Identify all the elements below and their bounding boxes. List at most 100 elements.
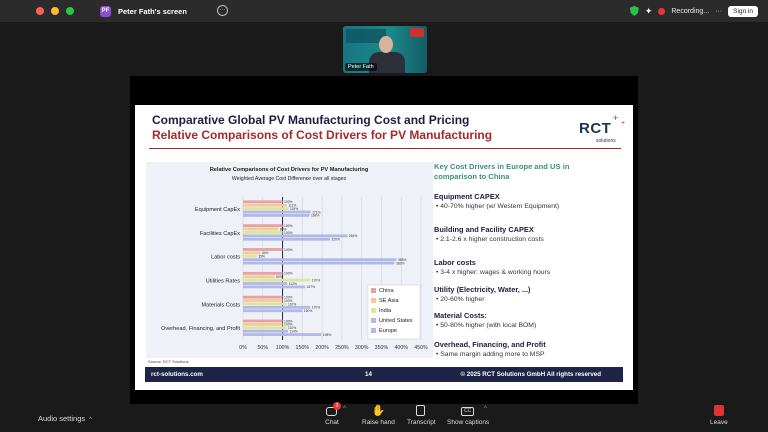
- legend-label: Europe: [379, 328, 397, 334]
- participant-head: [379, 36, 393, 53]
- bar: [243, 322, 283, 326]
- cost-drivers-chart: Relative Comparisons of Cost Drivers for…: [146, 162, 433, 358]
- bar-data-label: 157%: [307, 285, 316, 289]
- bar: [243, 305, 311, 309]
- legend-label: China: [379, 288, 395, 294]
- ai-companion-icon[interactable]: ✦: [645, 6, 653, 17]
- participant-video[interactable]: Peter Fath: [343, 26, 427, 73]
- legend-label: SE Asia: [379, 298, 399, 304]
- audio-settings-button[interactable]: Audio settings ^: [38, 414, 92, 423]
- key-driver-heading: Overhead, Financing, and Profit: [434, 340, 546, 349]
- bar: [243, 210, 311, 214]
- chevron-up-icon[interactable]: ^: [89, 417, 92, 423]
- x-tick-label: 450%: [414, 345, 428, 351]
- key-driver-bullet: • 40-70% higher (w/ Western Equipment): [436, 203, 560, 210]
- raise-hand-button[interactable]: ✋ Raise hand: [362, 405, 395, 426]
- transcript-button[interactable]: Transcript: [407, 405, 436, 426]
- key-driver-bullet: • Same margin adding more to MSP: [436, 351, 545, 358]
- slide-subtitle: Relative Comparisons of Cost Drivers for…: [152, 128, 493, 142]
- footer-website: rct-solutions.com: [151, 371, 203, 378]
- video-wall-poster: [410, 28, 424, 37]
- more-options-icon[interactable]: ···: [217, 5, 228, 16]
- bar-data-label: 110%: [288, 302, 296, 306]
- chevron-up-icon[interactable]: ^: [484, 406, 487, 412]
- x-tick-label: 300%: [355, 345, 369, 351]
- category-label: Facilities CapEx: [200, 231, 240, 237]
- category-label: Materials Costs: [201, 302, 240, 308]
- sign-in-button[interactable]: Sign in: [728, 5, 758, 17]
- more-icon[interactable]: ···: [715, 8, 722, 15]
- key-driver-heading: Labor costs: [434, 258, 476, 267]
- recording-dot-icon: [658, 7, 666, 15]
- slide-title: Comparative Global PV Manufacturing Cost…: [152, 113, 470, 127]
- bar: [243, 261, 395, 265]
- bar-data-label: 100%: [284, 248, 293, 252]
- x-tick-label: 400%: [394, 345, 408, 351]
- category-label: Overhead, Financing, and Profit: [161, 326, 240, 332]
- bar-data-label: 150%: [304, 309, 313, 313]
- leave-button[interactable]: Leave: [710, 405, 728, 426]
- key-driver-heading: Equipment CAPEX: [434, 192, 500, 201]
- bar-data-label: 170%: [312, 306, 321, 310]
- x-tick-label: 250%: [335, 345, 349, 351]
- legend-label: United States: [379, 318, 413, 324]
- legend-swatch: [371, 298, 376, 303]
- bar: [243, 326, 287, 330]
- x-tick-label: 200%: [315, 345, 329, 351]
- chat-button[interactable]: 3 Chat ^: [325, 402, 346, 426]
- key-driver-item: Utility (Electricity, Water, ...) • 20-60…: [434, 285, 624, 303]
- bar-data-label: 264%: [349, 234, 358, 238]
- minimize-window-button[interactable]: [51, 7, 59, 15]
- page-number: 14: [365, 371, 372, 378]
- key-driver-heading: Material Costs:: [434, 311, 487, 320]
- bar-data-label: 35%: [258, 255, 265, 259]
- captions-label: Show captions: [447, 419, 490, 426]
- close-window-button[interactable]: [36, 7, 44, 15]
- category-label: Utilities Rates: [206, 278, 240, 284]
- bar: [243, 207, 289, 211]
- raise-hand-label: Raise hand: [362, 419, 395, 426]
- zoom-window-button[interactable]: [66, 7, 74, 15]
- show-captions-button[interactable]: CC Show captions ^: [447, 405, 489, 426]
- key-driver-heading: Utility (Electricity, Water, ...): [434, 285, 531, 294]
- participant-name: Peter Fath: [345, 63, 377, 71]
- legend-swatch: [371, 318, 376, 323]
- category-label: Equipment CapEx: [195, 207, 240, 213]
- bar: [243, 227, 279, 231]
- window-controls: [36, 7, 74, 15]
- encryption-shield-icon[interactable]: [629, 6, 639, 16]
- key-driver-bullet: • 20-60% higher: [436, 296, 485, 303]
- bar: [243, 278, 311, 282]
- bar: [243, 309, 303, 313]
- legend-swatch: [371, 328, 376, 333]
- bar: [243, 231, 283, 234]
- bar: [243, 237, 331, 241]
- key-driver-bullet: • 3-4 x higher: wages & working hours: [436, 269, 551, 276]
- slide-footer: rct-solutions.com 14 © 2025 RCT Solution…: [145, 367, 623, 382]
- x-tick-label: 350%: [375, 345, 389, 351]
- key-driver-bullet: • 50-80% higher (with local BOM): [436, 322, 537, 329]
- bar: [243, 258, 397, 262]
- bar-data-label: 198%: [323, 333, 332, 337]
- bar: [243, 295, 283, 299]
- key-driver-item: Overhead, Financing, and Profit • Same ma…: [434, 340, 624, 358]
- logo-subtitle: solutions: [596, 138, 616, 144]
- bar-data-label: 80%: [276, 275, 283, 279]
- recording-status[interactable]: Recording...: [671, 8, 709, 15]
- bar-data-label: 114%: [290, 329, 298, 333]
- bar-data-label: 112%: [289, 282, 297, 286]
- x-tick-label: 100%: [276, 345, 290, 351]
- bar: [243, 319, 283, 323]
- key-driver-heading: Building and Facility CAPEX: [434, 225, 534, 234]
- bar: [243, 203, 287, 207]
- meeting-controls: Audio settings ^ 3 Chat ^ ✋ Raise hand Tr…: [0, 402, 768, 432]
- bar-data-label: 168%: [311, 214, 320, 218]
- bar: [243, 282, 288, 285]
- key-driver-item: Labor costs • 3-4 x higher: wages & worki…: [434, 258, 624, 276]
- transcript-icon: [416, 405, 426, 416]
- key-driver-bullet: • 2.1-2.6 x higher construction costs: [436, 236, 544, 243]
- tab-title[interactable]: Peter Fath's screen: [118, 7, 187, 16]
- chevron-up-icon[interactable]: ^: [343, 406, 346, 412]
- bar-data-label: 383%: [396, 261, 405, 265]
- legend-swatch: [371, 288, 376, 293]
